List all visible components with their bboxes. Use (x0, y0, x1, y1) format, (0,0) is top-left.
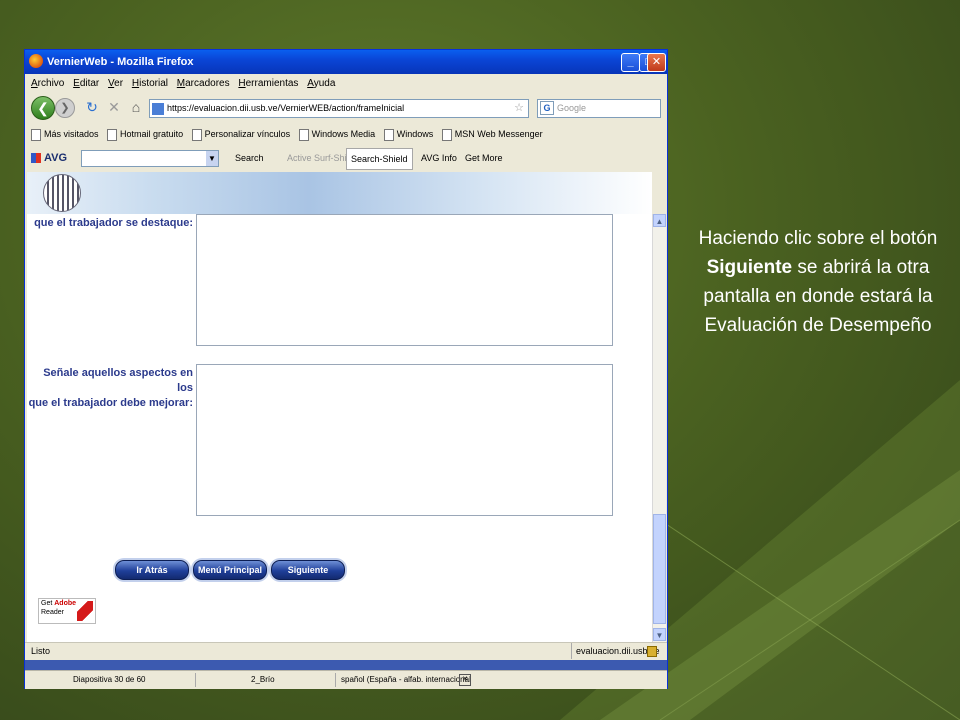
lock-icon[interactable] (647, 646, 657, 657)
slide-counter: Diapositiva 30 de 60 (73, 675, 146, 684)
get-adobe-reader-badge[interactable]: Get Adobe Reader (38, 598, 96, 624)
close-button[interactable]: ✕ (647, 53, 666, 72)
menu-ver[interactable]: Ver (108, 74, 123, 94)
status-bar: Listo evaluacion.dii.usb.ve (25, 642, 667, 659)
avg-search-button[interactable]: Search (235, 146, 264, 170)
bookmark-mas-visitados[interactable]: Más visitados (31, 124, 99, 144)
label-destaque: que el trabajador se destaque: (34, 217, 193, 229)
navigation-toolbar: ❮ ❯ ↻ ✕ ⌂ https://evaluacion.dii.usb.ve/… (25, 94, 667, 122)
bookmark-msn[interactable]: MSN Web Messenger (441, 124, 543, 144)
avg-toolbar: AVG ▼ Search Active Surf-Shield Search-S… (25, 146, 667, 170)
chevron-down-icon[interactable]: ▼ (206, 151, 218, 166)
site-favicon-icon (152, 102, 164, 115)
language-status: spañol (España - alfab. internacional (341, 675, 471, 684)
forward-arrow-icon[interactable]: ❯ (55, 98, 75, 118)
bookmark-personalizar[interactable]: Personalizar vínculos (191, 124, 290, 144)
design-name: 2_Brío (251, 675, 275, 684)
home-icon[interactable]: ⌂ (127, 98, 145, 116)
page-icon (383, 128, 394, 141)
back-arrow-icon[interactable]: ❮ (31, 96, 55, 120)
page-icon (191, 128, 202, 141)
window-title: VernierWeb - Mozilla Firefox (47, 56, 194, 68)
menu-ayuda[interactable]: Ayuda (307, 74, 335, 94)
page-content: que el trabajador se destaque: Señale aq… (27, 172, 652, 642)
vertical-scrollbar[interactable]: ▲ ▼ (652, 214, 666, 642)
back-button[interactable]: Ir Atrás (115, 560, 189, 580)
avg-icon (31, 153, 41, 164)
page-icon (298, 128, 309, 141)
avg-search-input[interactable]: ▼ (81, 150, 219, 167)
usb-logo-icon (43, 174, 81, 212)
search-shield-button[interactable]: Search-Shield (346, 148, 413, 170)
firefox-window: VernierWeb - Mozilla Firefox _ □ ✕ Archi… (25, 50, 667, 689)
menu-herramientas[interactable]: Herramientas (238, 74, 298, 94)
scroll-down-icon[interactable]: ▼ (653, 628, 666, 641)
stop-icon[interactable]: ✕ (105, 98, 123, 116)
menu-marcadores[interactable]: Marcadores (177, 74, 230, 94)
bookmarks-toolbar: Más visitados Hotmail gratuito Personali… (25, 124, 667, 144)
textarea-destaque[interactable] (196, 214, 613, 346)
usb-banner (27, 172, 652, 214)
web-search-input[interactable]: G Google (537, 99, 661, 118)
get-more-button[interactable]: Get More (465, 146, 503, 170)
slide-caption: Haciendo clic sobre el botón Siguiente s… (698, 228, 938, 336)
reload-icon[interactable]: ↻ (83, 98, 101, 116)
avg-logo[interactable]: AVG (31, 146, 67, 170)
bookmark-windows-media[interactable]: Windows Media (298, 124, 375, 144)
bookmark-star-icon[interactable]: ☆ (514, 100, 524, 117)
menu-bar: Archivo Editar Ver Historial Marcadores … (25, 74, 667, 94)
menu-historial[interactable]: Historial (132, 74, 168, 94)
next-button[interactable]: Siguiente (271, 560, 345, 580)
menu-archivo[interactable]: Archivo (31, 74, 64, 94)
status-text: Listo (31, 646, 51, 656)
menu-editar[interactable]: Editar (73, 74, 99, 94)
bookmark-hotmail[interactable]: Hotmail gratuito (107, 124, 183, 144)
spellcheck-icon: ✕ (459, 674, 471, 686)
label-mejorar: Señale aquellos aspectos en los que el t… (28, 367, 193, 409)
taskbar-strip (25, 660, 667, 670)
scroll-thumb[interactable] (653, 514, 666, 624)
url-text: https://evaluacion.dii.usb.ve/VernierWEB… (167, 103, 405, 113)
bookmark-windows[interactable]: Windows (383, 124, 433, 144)
url-input[interactable]: https://evaluacion.dii.usb.ve/VernierWEB… (149, 99, 529, 118)
adobe-logo-icon (77, 601, 93, 621)
google-icon: G (540, 101, 554, 115)
scroll-up-icon[interactable]: ▲ (653, 214, 666, 227)
page-icon (31, 128, 41, 141)
page-icon (107, 128, 118, 141)
title-bar: VernierWeb - Mozilla Firefox _ □ (25, 50, 667, 74)
main-menu-button[interactable]: Menú Principal (193, 560, 267, 580)
msn-icon (441, 128, 452, 141)
avg-info-button[interactable]: AVG Info (421, 146, 457, 170)
caption-bold: Siguiente (706, 257, 793, 278)
minimize-button[interactable]: _ (621, 53, 640, 72)
firefox-icon (29, 54, 43, 68)
search-placeholder: Google (557, 103, 587, 113)
textarea-mejorar[interactable] (196, 364, 613, 516)
powerpoint-status-bar: Diapositiva 30 de 60 2_Brío spañol (Espa… (25, 670, 667, 689)
